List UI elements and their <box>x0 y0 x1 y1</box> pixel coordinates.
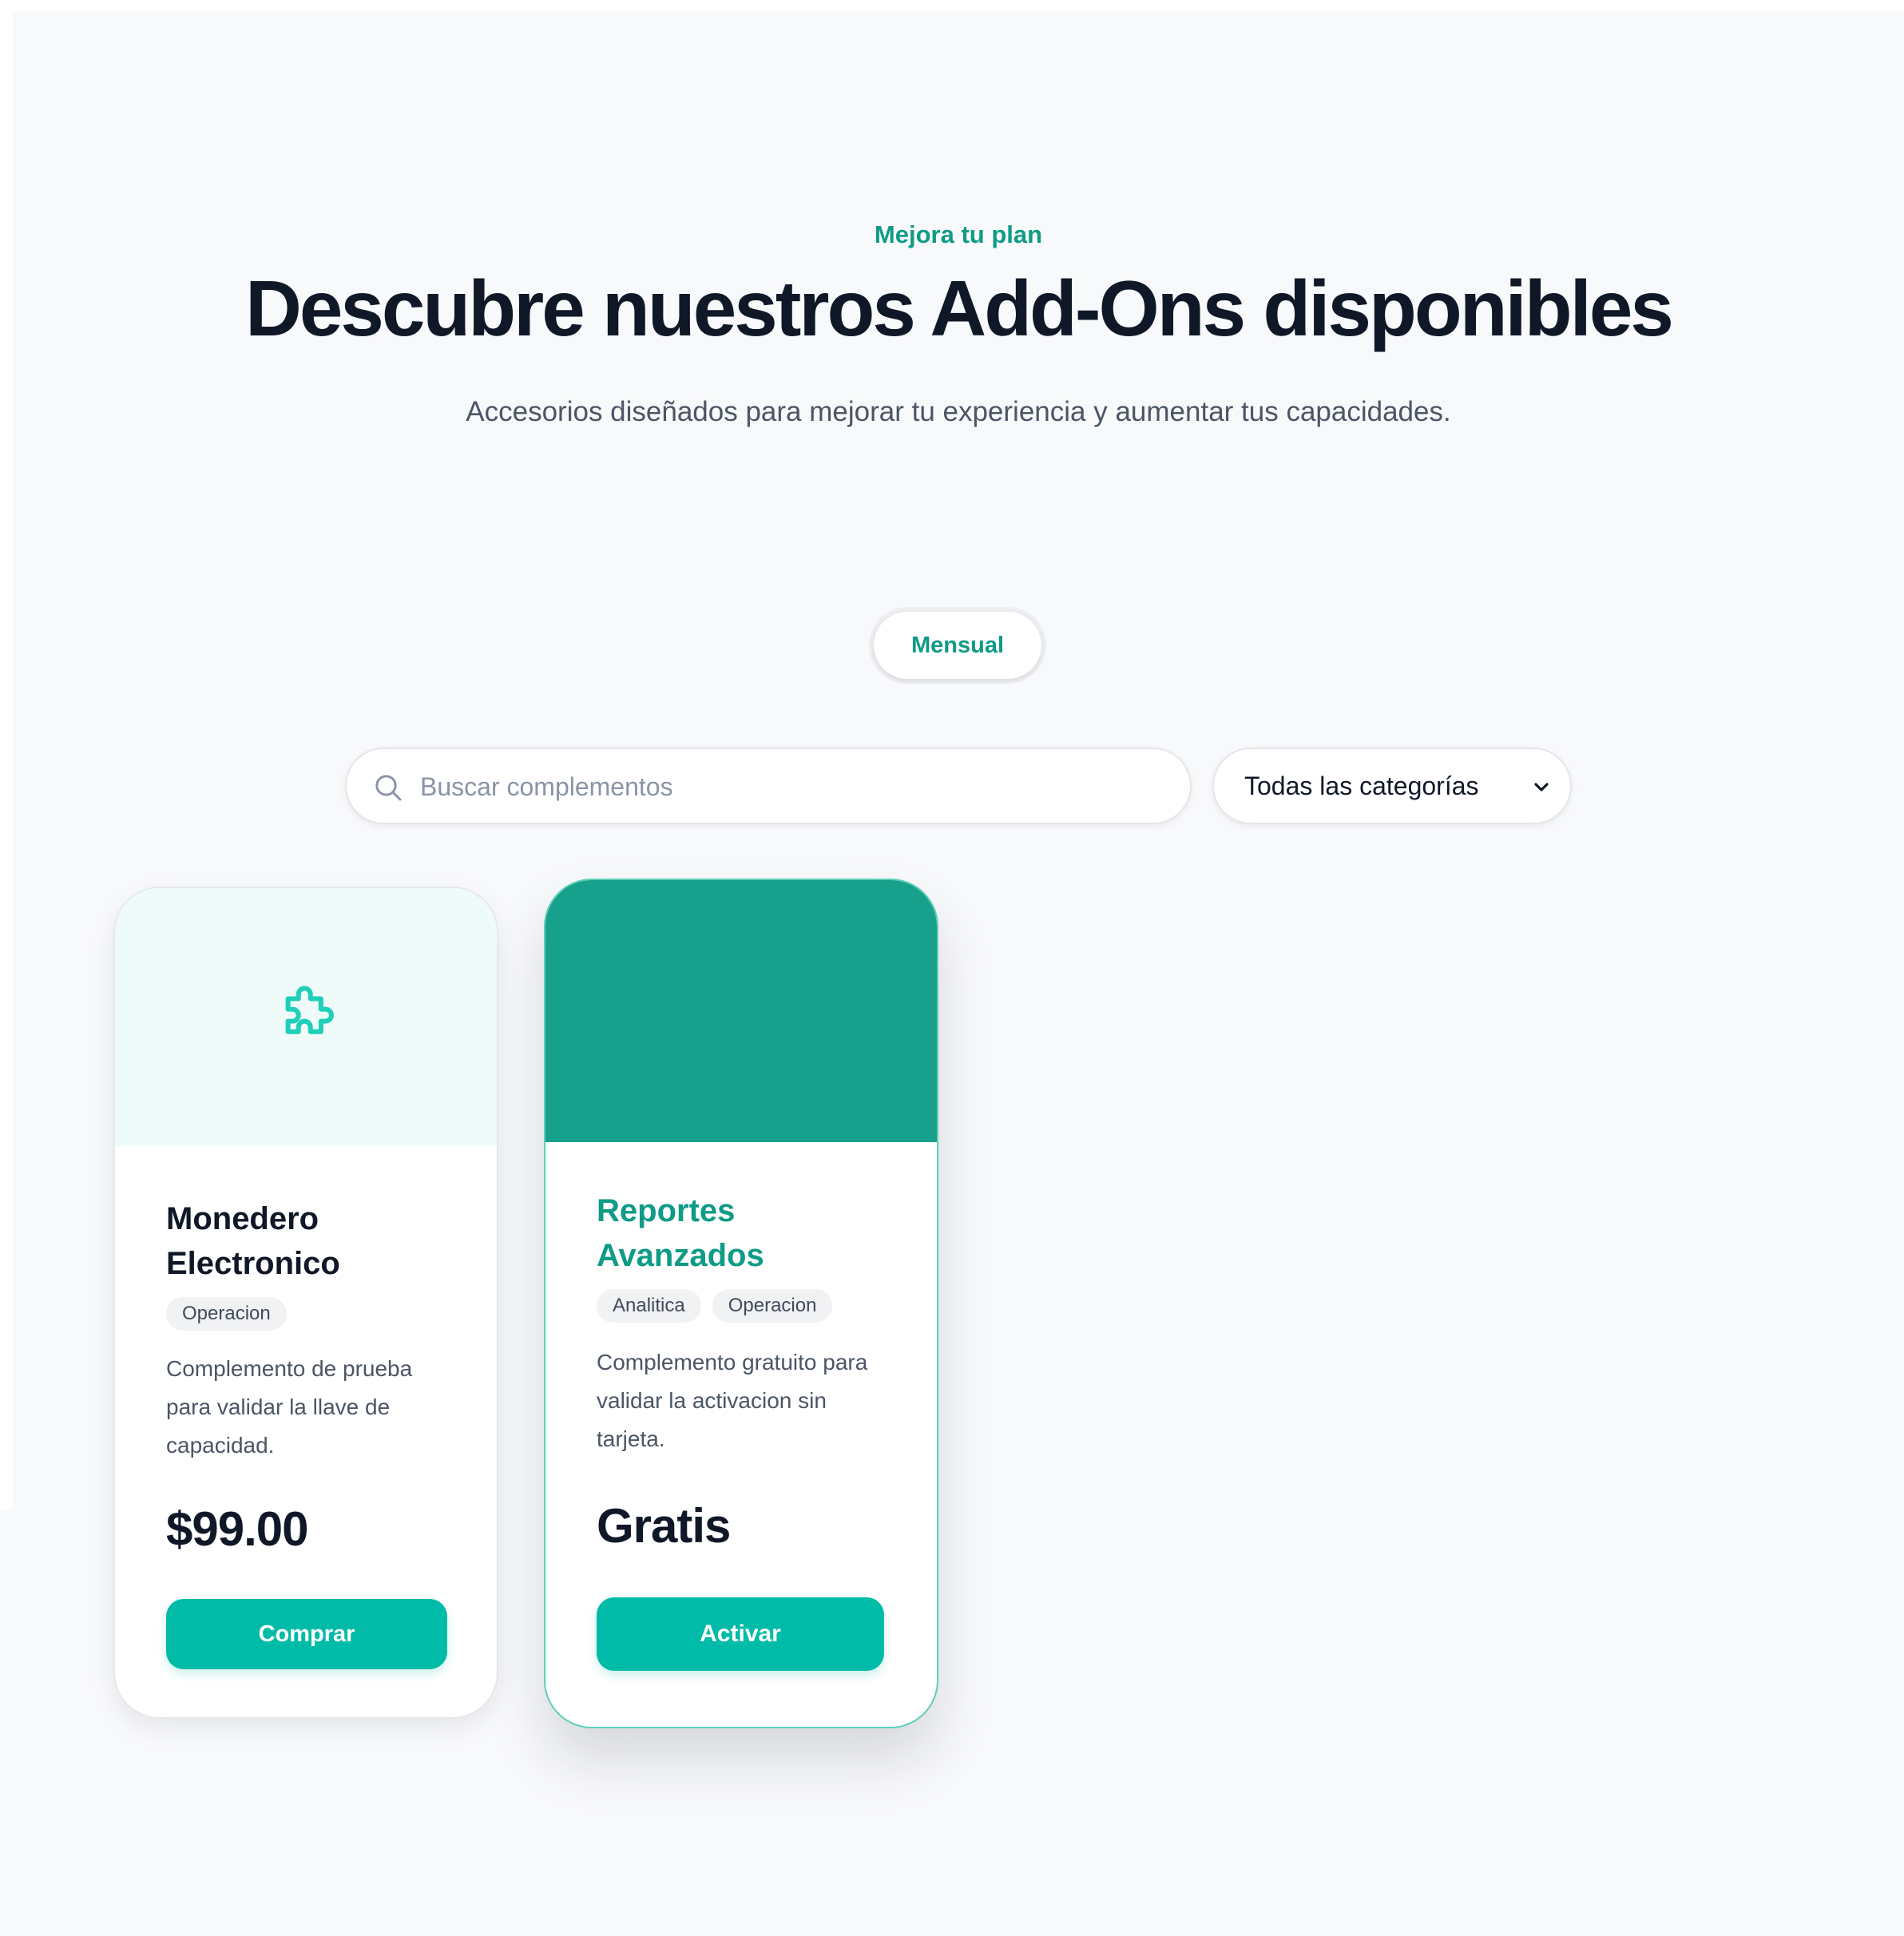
hero-subtitle: Accesorios diseñados para mejorar tu exp… <box>466 396 1451 427</box>
frame-top <box>0 0 1904 11</box>
activate-button[interactable]: Activar <box>597 1597 884 1671</box>
category-select-value: Todas las categorías <box>1244 772 1479 800</box>
card-header <box>545 880 937 1142</box>
addon-tag: Operacion <box>166 1297 287 1331</box>
addon-tags: Operacion <box>166 1297 287 1331</box>
addon-card-reportes: Reportes Avanzados Analitica Operacion C… <box>544 879 938 1728</box>
addon-tag: Operacion <box>712 1289 833 1323</box>
card-header <box>115 888 497 1145</box>
addon-price: $99.00 <box>166 1502 309 1556</box>
category-select[interactable]: Todas las categorías <box>1212 748 1572 824</box>
search-input[interactable] <box>420 760 1139 813</box>
addon-name: Monedero Electronico <box>166 1201 340 1281</box>
puzzle-icon <box>285 986 334 1034</box>
hero-eyebrow: Mejora tu plan <box>874 220 1043 248</box>
addon-name: Reportes Avanzados <box>597 1193 764 1273</box>
addon-price: Gratis <box>597 1499 731 1553</box>
buy-button[interactable]: Comprar <box>166 1599 447 1669</box>
addon-card-monedero: Monedero Electronico Operacion Complemen… <box>113 887 498 1719</box>
chevron-down-icon <box>1534 783 1549 791</box>
addon-description: Complemento gratuito para validar la act… <box>597 1350 868 1451</box>
billing-option-monthly[interactable]: Mensual <box>874 612 1041 679</box>
search-box[interactable] <box>345 748 1192 824</box>
addon-description: Complemento de prueba para validar la ll… <box>166 1356 413 1458</box>
addon-tags: Analitica Operacion <box>597 1289 833 1323</box>
page-title: Descubre nuestros Add-Ons disponibles <box>245 264 1674 352</box>
addon-tag: Analitica <box>597 1289 701 1323</box>
billing-toggle: Mensual <box>869 607 1046 684</box>
page: Mejora tu plan Descubre nuestros Add-Ons… <box>0 0 1904 1936</box>
search-icon <box>375 775 402 801</box>
